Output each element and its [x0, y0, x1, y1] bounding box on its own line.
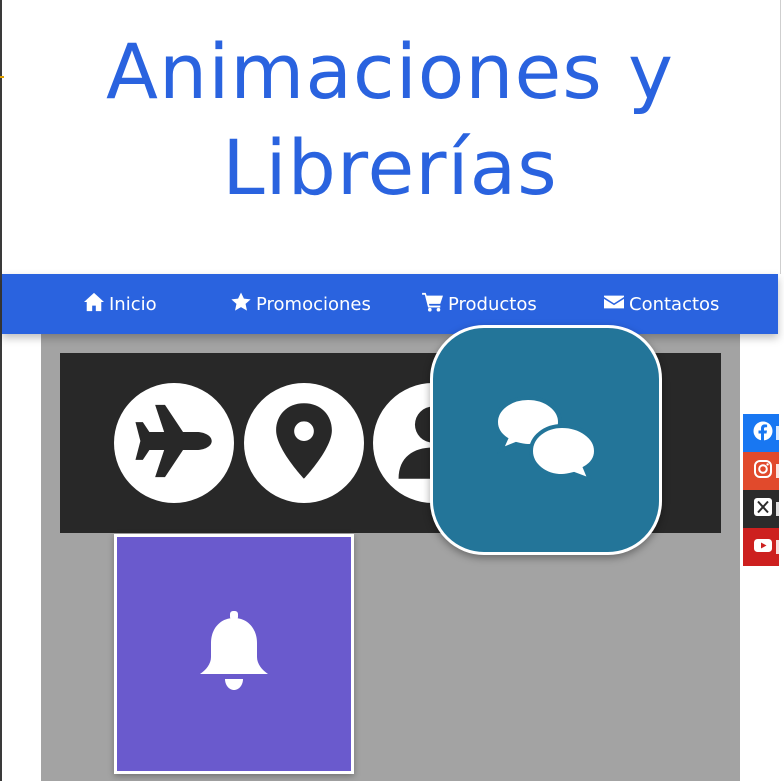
nav-item-label: Promociones — [256, 293, 371, 315]
bell-icon — [198, 611, 270, 697]
envelope-icon — [603, 292, 629, 317]
nav-item-label: Inicio — [109, 293, 157, 315]
plane-icon — [133, 400, 215, 486]
chat-tile[interactable] — [430, 325, 662, 555]
comments-icon — [493, 395, 599, 484]
nav-item-inicio[interactable]: Inicio — [83, 274, 157, 334]
notifications-tile[interactable] — [114, 534, 354, 774]
facebook-icon — [753, 421, 773, 445]
youtube-link[interactable] — [743, 528, 779, 566]
nav-item-label: Productos — [448, 293, 537, 315]
site-title: Animaciones y Librerías — [106, 27, 674, 212]
nav-item-promociones[interactable]: Promociones — [230, 274, 371, 334]
map-marker-icon — [263, 400, 345, 486]
star-icon — [230, 291, 256, 317]
instagram-icon — [753, 459, 773, 483]
youtube-icon — [753, 535, 773, 559]
instagram-link[interactable] — [743, 452, 779, 490]
social-sidebar — [743, 414, 779, 566]
x-label-edge — [776, 502, 779, 516]
page-right-border — [780, 0, 781, 274]
plane-button[interactable] — [114, 383, 234, 503]
instagram-label-edge — [776, 464, 779, 478]
home-icon — [83, 292, 109, 317]
main-navbar: Inicio Promociones Productos Contactos — [2, 274, 778, 334]
cart-icon — [422, 292, 448, 317]
facebook-label-edge — [776, 426, 779, 440]
nav-item-label: Contactos — [629, 293, 720, 315]
location-button[interactable] — [244, 383, 364, 503]
youtube-label-edge — [776, 540, 779, 554]
x-icon — [753, 497, 773, 521]
facebook-link[interactable] — [743, 414, 779, 452]
x-link[interactable] — [743, 490, 779, 528]
nav-item-contactos[interactable]: Contactos — [603, 274, 719, 334]
